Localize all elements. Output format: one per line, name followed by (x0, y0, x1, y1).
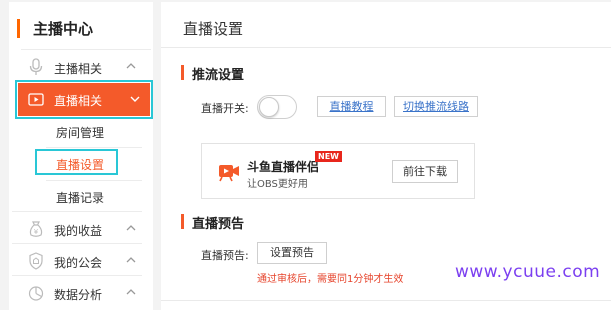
chevron-down-icon (130, 96, 140, 102)
divider (12, 275, 142, 276)
divider (12, 211, 142, 212)
title-accent-bar (17, 19, 20, 38)
section-heading: 推流设置 (192, 68, 245, 83)
sidebar-title: 主播中心 (9, 15, 153, 43)
section-heading: 直播预告 (192, 217, 245, 232)
live-switch-label: 直播开关: (201, 102, 249, 115)
sidebar-item-label: 我的公会 (54, 256, 103, 270)
section-accent-bar (181, 65, 184, 80)
section-accent-bar (181, 214, 184, 229)
sidebar-item-label: 我的收益 (54, 224, 103, 238)
chevron-up-icon (126, 63, 136, 69)
sidebar-title-text: 主播中心 (33, 20, 94, 38)
preview-label: 直播预告: (201, 249, 249, 262)
chevron-up-icon (126, 225, 136, 231)
submenu-live-records[interactable]: 直播记录 (56, 189, 104, 206)
divider (46, 180, 142, 181)
live-video-icon (28, 93, 44, 106)
money-bag-icon: ¥ (29, 221, 43, 237)
divider (46, 147, 142, 148)
submenu-live-settings[interactable]: 直播设置 (56, 156, 104, 173)
sidebar-item-anchor[interactable]: 主播相关 (18, 52, 144, 82)
sidebar-item-live[interactable]: 直播相关 (18, 83, 150, 116)
microphone-icon (29, 58, 43, 75)
live-switch-toggle[interactable] (257, 95, 297, 119)
review-notice: 通过审核后，需要同1分钟才生效 (257, 274, 404, 285)
pie-chart-icon (28, 286, 44, 301)
shield-icon (29, 252, 43, 270)
new-badge: NEW (315, 151, 342, 162)
toggle-knob (259, 97, 279, 117)
chevron-up-icon (126, 289, 136, 295)
page-title: 直播设置 (183, 20, 244, 38)
divider (21, 49, 151, 50)
sidebar-item-label: 数据分析 (54, 288, 103, 302)
switch-route-link[interactable]: 切换推流线路 (394, 96, 478, 117)
sidebar-item-earnings[interactable]: ¥ 我的收益 (18, 214, 144, 244)
divider (161, 47, 611, 48)
app-description: 让OBS更好用 (247, 179, 308, 190)
divider (161, 300, 611, 301)
divider (12, 243, 142, 244)
live-tutorial-link[interactable]: 直播教程 (317, 96, 386, 117)
sidebar-item-label: 直播相关 (54, 94, 103, 108)
sidebar-item-analytics[interactable]: 数据分析 (18, 278, 144, 308)
chevron-up-icon (126, 257, 136, 263)
watermark: www.ycuue.com (455, 262, 601, 282)
svg-text:¥: ¥ (34, 228, 39, 236)
sidebar-item-guild[interactable]: 我的公会 (18, 246, 144, 276)
set-preview-button[interactable]: 设置预告 (257, 242, 327, 264)
app-name: 斗鱼直播伴侣 (247, 160, 320, 174)
live-camera-icon (219, 165, 239, 182)
sidebar-item-label: 主播相关 (54, 62, 103, 76)
companion-app-card: 斗鱼直播伴侣 NEW 让OBS更好用 前往下载 (201, 143, 475, 199)
submenu-room-management[interactable]: 房间管理 (56, 124, 104, 141)
download-button[interactable]: 前往下载 (392, 160, 458, 183)
